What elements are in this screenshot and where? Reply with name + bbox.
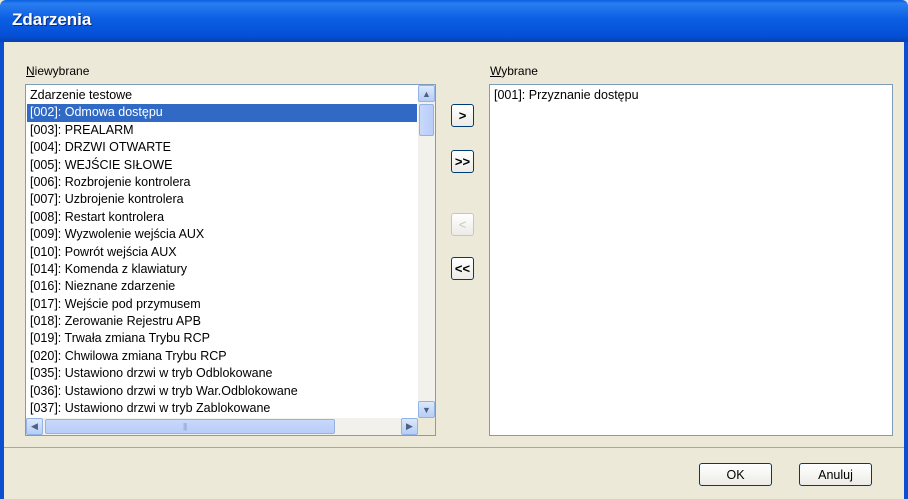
list-item[interactable]: [020]: Chwilowa zmiana Trybu RCP bbox=[27, 348, 417, 365]
title-bar[interactable]: Zdarzenia bbox=[0, 0, 908, 42]
horizontal-scrollbar[interactable]: ◀ ||| ▶ bbox=[26, 418, 418, 435]
selected-label: Wybrane bbox=[490, 64, 538, 78]
list-item[interactable]: [006]: Rozbrojenie kontrolera bbox=[27, 174, 417, 191]
window-frame-right bbox=[904, 42, 908, 499]
remove-all-button[interactable]: << bbox=[451, 257, 474, 280]
list-item[interactable]: [016]: Nieznane zdarzenie bbox=[27, 278, 417, 295]
selected-items: [001]: Przyznanie dostępu bbox=[491, 87, 890, 104]
list-item[interactable]: [004]: DRZWI OTWARTE bbox=[27, 139, 417, 156]
scroll-corner bbox=[418, 418, 435, 435]
unselected-events-list[interactable]: Zdarzenie testowe [002]: Odmowa dostępu [0… bbox=[25, 84, 436, 436]
list-item[interactable]: [017]: Wejście pod przymusem bbox=[27, 296, 417, 313]
list-item[interactable]: [035]: Ustawiono drzwi w tryb Odblokowan… bbox=[27, 365, 417, 382]
scroll-down-icon[interactable]: ▼ bbox=[418, 401, 435, 418]
unselected-items: Zdarzenie testowe [002]: Odmowa dostępu [0… bbox=[27, 87, 417, 417]
ok-button[interactable]: OK bbox=[699, 463, 772, 486]
list-item[interactable]: [014]: Komenda z klawiatury bbox=[27, 261, 417, 278]
list-item[interactable]: [018]: Zerowanie Rejestru APB bbox=[27, 313, 417, 330]
list-item[interactable]: [001]: Przyznanie dostępu bbox=[491, 87, 890, 104]
window-frame-left bbox=[0, 42, 4, 499]
horizontal-scroll-thumb[interactable]: ||| bbox=[45, 419, 335, 434]
list-item[interactable]: Zdarzenie testowe bbox=[27, 87, 417, 104]
scroll-right-icon[interactable]: ▶ bbox=[401, 418, 418, 435]
list-item[interactable]: [010]: Powrót wejścia AUX bbox=[27, 244, 417, 261]
footer-divider bbox=[4, 447, 904, 448]
scroll-grip-icon: ||| bbox=[183, 422, 187, 431]
vertical-scrollbar[interactable]: ▲ ▼ bbox=[418, 85, 435, 418]
unselected-label: Niewybrane bbox=[26, 64, 90, 78]
cancel-button[interactable]: Anuluj bbox=[799, 463, 872, 486]
scroll-left-icon[interactable]: ◀ bbox=[26, 418, 43, 435]
list-item[interactable]: [037]: Ustawiono drzwi w tryb Zablokowan… bbox=[27, 400, 417, 417]
scroll-up-icon[interactable]: ▲ bbox=[418, 85, 435, 102]
remove-one-button[interactable]: < bbox=[451, 213, 474, 236]
list-item[interactable]: [009]: Wyzwolenie wejścia AUX bbox=[27, 226, 417, 243]
selected-events-list[interactable]: [001]: Przyznanie dostępu bbox=[489, 84, 893, 436]
vertical-scroll-thumb[interactable] bbox=[419, 104, 434, 136]
list-item[interactable]: [002]: Odmowa dostępu bbox=[27, 104, 417, 122]
add-all-button[interactable]: >> bbox=[451, 150, 474, 173]
list-item[interactable]: [005]: WEJŚCIE SIŁOWE bbox=[27, 157, 417, 174]
list-item[interactable]: [019]: Trwała zmiana Trybu RCP bbox=[27, 330, 417, 347]
add-one-button[interactable]: > bbox=[451, 104, 474, 127]
list-item[interactable]: [007]: Uzbrojenie kontrolera bbox=[27, 191, 417, 208]
list-item[interactable]: [003]: PREALARM bbox=[27, 122, 417, 139]
list-item[interactable]: [036]: Ustawiono drzwi w tryb War.Odblok… bbox=[27, 383, 417, 400]
window-title: Zdarzenia bbox=[12, 10, 92, 29]
list-item[interactable]: [008]: Restart kontrolera bbox=[27, 209, 417, 226]
